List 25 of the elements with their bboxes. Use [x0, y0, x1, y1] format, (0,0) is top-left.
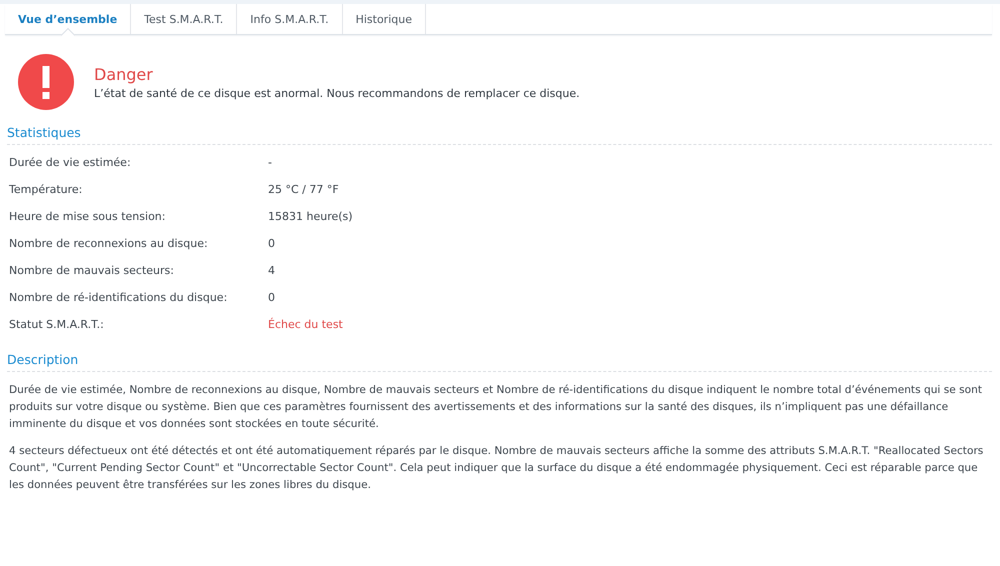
stat-value: 0 — [268, 237, 275, 250]
tab[interactable]: Info S.M.A.R.T. — [237, 4, 343, 34]
stat-value: Échec du test — [268, 318, 343, 331]
stat-label: Durée de vie estimée: — [9, 156, 132, 169]
stat-label: Nombre de reconnexions au disque: — [9, 237, 209, 250]
stat-label: Heure de mise sous tension: — [9, 210, 166, 223]
alert-icon — [18, 54, 74, 110]
stat-value: - — [268, 156, 272, 169]
status-title: Danger — [94, 64, 154, 84]
stat-value: 25 °C / 77 °F — [268, 183, 339, 196]
stat-value: 0 — [268, 291, 275, 304]
stat-value: 15831 heure(s) — [268, 210, 353, 223]
description-paragraph: 4 secteurs défectueux ont été détectés et ont été automatiquement réparés par le disque. Nombre de mauvais secteurs affiche la somme des attributs S.M.A.R.T. "Reallocated Sectors Count", "Current Pending Sector Count" et "Uncorrectable Sector Count". Cela peut indiquer que la surface du disque a été endommagée physiquement. Ceci est réparable parce que les données peuvent être transférées sur les zones libres du disque. — [9, 444, 984, 493]
tab[interactable]: Vue d’ensemble — [5, 4, 132, 34]
section-heading: Description — [7, 352, 992, 372]
tab[interactable]: Historique — [342, 4, 426, 34]
status-message: L’état de santé de ce disque est anormal. Nous recommandons de remplacer ce disque. — [94, 86, 580, 100]
stat-label: Nombre de mauvais secteurs: — [9, 264, 175, 277]
stat-value: 4 — [268, 264, 275, 277]
stat-label: Nombre de ré-identifications du disque: — [9, 291, 228, 304]
section-heading: Statistiques — [7, 125, 992, 145]
tab[interactable]: Test S.M.A.R.T. — [131, 4, 238, 34]
description-paragraph: Durée de vie estimée, Nombre de reconnexions au disque, Nombre de mauvais secteurs et Nombre de ré-identifications du disque indiquent le nombre total d’événements qui se sont produits sur votre disque ou système. Bien que ces paramètres fournissent des avertissements et des informations sur la santé des disques, ils n’impliquent pas une défaillance imminente du disque et vos données sont stockées en toute sécurité. — [9, 383, 983, 432]
stat-label: Statut S.M.A.R.T.: — [9, 318, 105, 331]
stat-label: Température: — [9, 183, 84, 196]
